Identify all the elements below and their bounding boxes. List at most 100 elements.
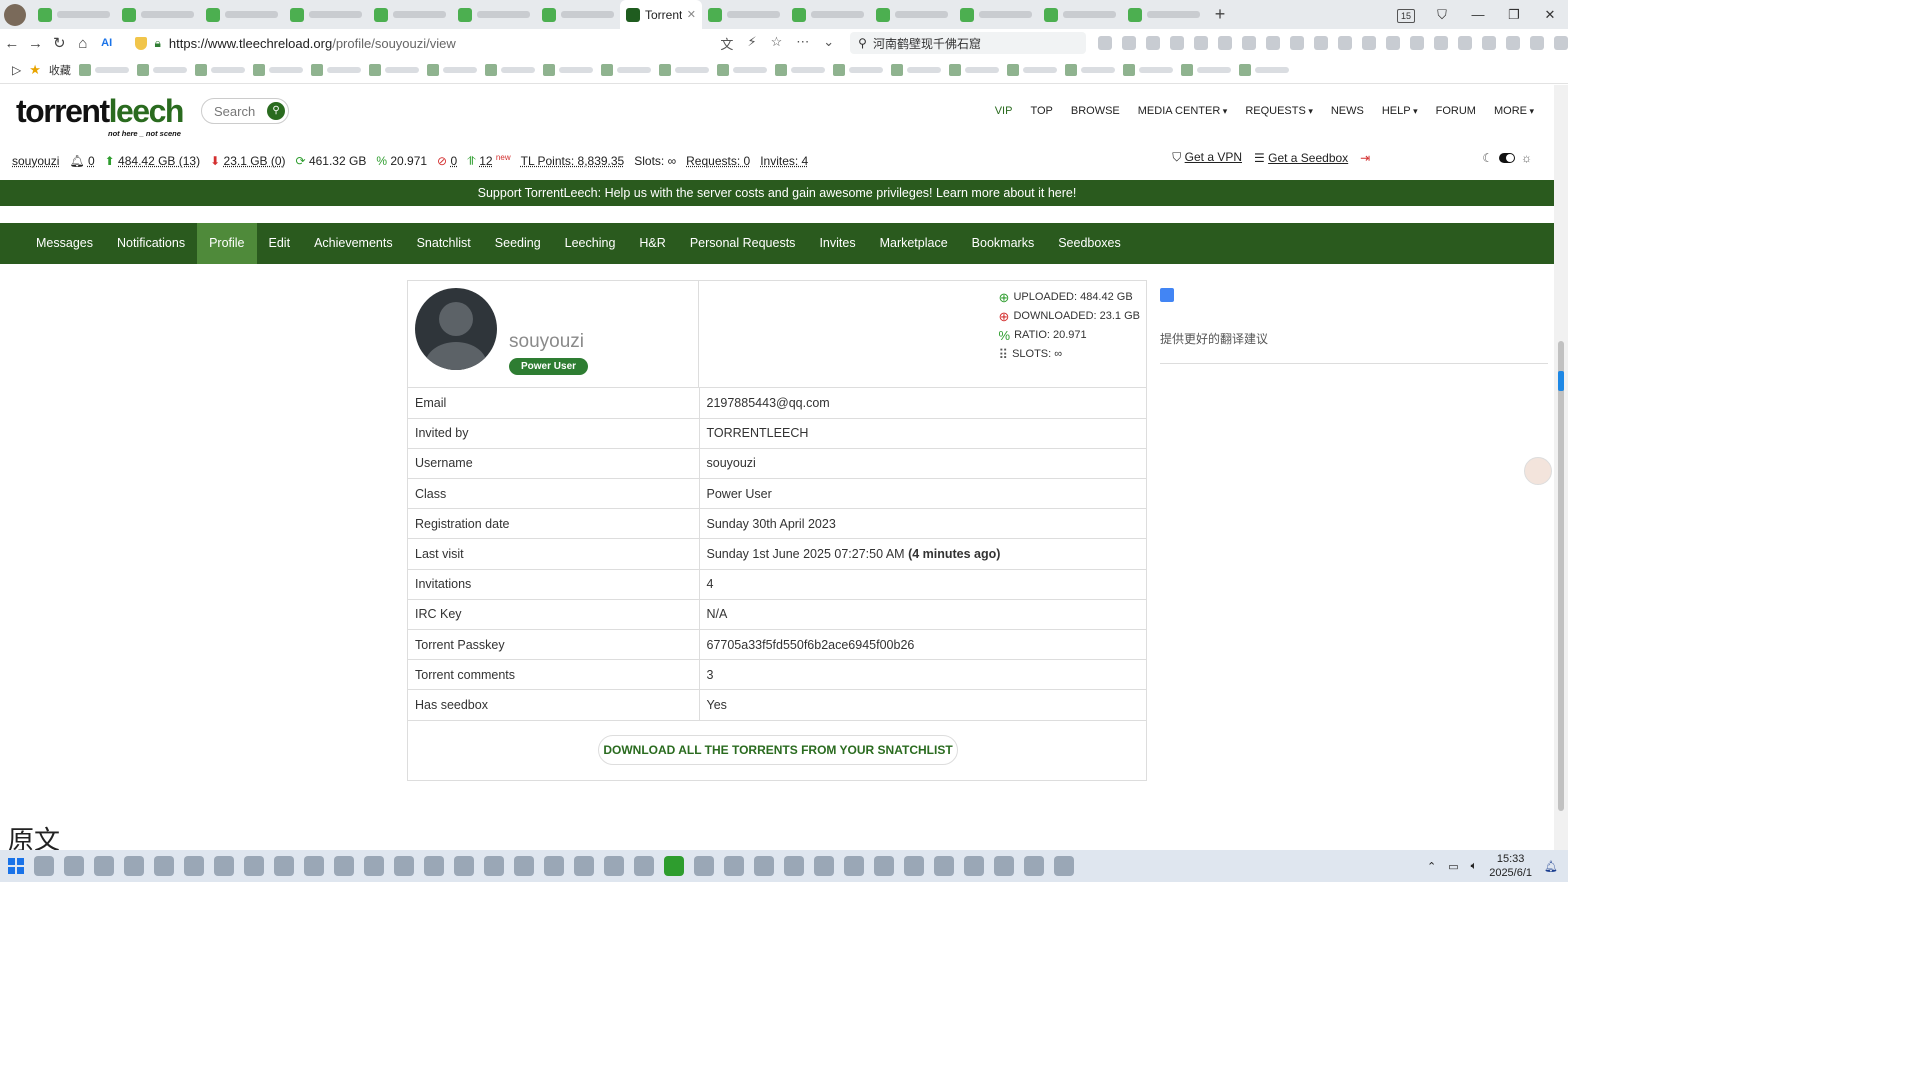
more-icon[interactable]: ⋯ xyxy=(796,34,809,53)
notification-bell-icon[interactable]: 🔔︎ xyxy=(1544,860,1558,873)
bookmark-item[interactable] xyxy=(1064,64,1115,76)
tab-personal-requests[interactable]: Personal Requests xyxy=(678,223,808,264)
invites-stat[interactable]: Invites: 4 xyxy=(760,154,808,168)
taskbar-app-icon[interactable] xyxy=(244,856,264,876)
tab-achievements[interactable]: Achievements xyxy=(302,223,405,264)
get-seedbox-link[interactable]: ☰ Get a Seedbox xyxy=(1254,151,1348,165)
bookmark-item[interactable] xyxy=(136,64,187,76)
taskbar-app-icon[interactable] xyxy=(154,856,174,876)
star-icon[interactable]: ☆ xyxy=(771,34,783,53)
bookmarks-folder[interactable]: 收藏 xyxy=(49,62,71,78)
bookmark-item[interactable] xyxy=(542,64,593,76)
extension-icon[interactable] xyxy=(1386,36,1401,50)
network-icon[interactable]: ▭ xyxy=(1448,860,1458,873)
bookmark-item[interactable] xyxy=(658,64,709,76)
theme-switcher[interactable]: ☾ ☼ xyxy=(1482,151,1532,165)
tl-points[interactable]: TL Points: 8,839.35 xyxy=(521,154,625,168)
bookmark-item[interactable] xyxy=(78,64,129,76)
taskbar-app-icon[interactable] xyxy=(934,856,954,876)
windows-start-icon[interactable] xyxy=(8,858,24,874)
tab-profile[interactable]: Profile xyxy=(197,223,257,264)
extension-icon[interactable] xyxy=(1266,36,1281,50)
browser-tab[interactable] xyxy=(702,0,786,29)
minimize-button[interactable]: — xyxy=(1460,7,1496,22)
taskbar-app-icon[interactable] xyxy=(34,856,54,876)
browser-tab[interactable] xyxy=(786,0,870,29)
taskbar-app-icon[interactable] xyxy=(664,856,684,876)
browser-tab[interactable] xyxy=(284,0,368,29)
extension-icon[interactable] xyxy=(1554,36,1569,50)
extension-icon[interactable] xyxy=(1098,36,1113,50)
site-logo[interactable]: torrentleech not here _ not scene xyxy=(16,93,184,138)
nav-requests[interactable]: REQUESTS xyxy=(1245,105,1313,117)
tab-snatchlist[interactable]: Snatchlist xyxy=(405,223,483,264)
bookmark-item[interactable] xyxy=(1238,64,1289,76)
taskbar-app-icon[interactable] xyxy=(454,856,474,876)
extension-icon[interactable] xyxy=(1122,36,1137,50)
nav-news[interactable]: NEWS xyxy=(1331,105,1364,117)
back-icon[interactable]: ← xyxy=(0,35,24,52)
extension-icon[interactable] xyxy=(1242,36,1257,50)
bookmark-item[interactable] xyxy=(774,64,825,76)
requests-stat[interactable]: Requests: 0 xyxy=(686,154,750,168)
bookmark-item[interactable] xyxy=(1122,64,1173,76)
nav-forum[interactable]: FORUM xyxy=(1436,105,1476,117)
taskbar-app-icon[interactable] xyxy=(694,856,714,876)
browser-tab[interactable] xyxy=(452,0,536,29)
nav-browse[interactable]: BROWSE xyxy=(1071,105,1120,117)
translate-suggestion[interactable]: 提供更好的翻译建议 xyxy=(1160,330,1548,347)
browser-tab[interactable] xyxy=(1122,0,1206,29)
extension-icon[interactable] xyxy=(1338,36,1353,50)
bookmark-item[interactable] xyxy=(310,64,361,76)
tab-notifications[interactable]: Notifications xyxy=(105,223,197,264)
bookmark-item[interactable] xyxy=(716,64,767,76)
browser-tab[interactable] xyxy=(1038,0,1122,29)
url-field[interactable]: 🔒︎ https://www.tleechreload.org/profile/… xyxy=(128,32,713,54)
browser-search-input[interactable]: ⚲ 河南鹤壁现千佛石窟 xyxy=(850,32,1087,54)
lightning-icon[interactable]: ⚡︎ xyxy=(747,34,756,53)
taskbar-app-icon[interactable] xyxy=(994,856,1014,876)
hnr-stat[interactable]: ⊘ 0 xyxy=(437,154,457,168)
taskbar-app-icon[interactable] xyxy=(304,856,324,876)
taskbar-app-icon[interactable] xyxy=(124,856,144,876)
taskbar-app-icon[interactable] xyxy=(94,856,114,876)
browser-tab[interactable] xyxy=(870,0,954,29)
extension-icon[interactable] xyxy=(1362,36,1377,50)
taskbar-app-icon[interactable] xyxy=(604,856,624,876)
nav-help[interactable]: HELP xyxy=(1382,105,1418,117)
taskbar-app-icon[interactable] xyxy=(634,856,654,876)
extension-icon[interactable] xyxy=(1314,36,1329,50)
taskbar-app-icon[interactable] xyxy=(1024,856,1044,876)
chevron-up-icon[interactable]: ⌃ xyxy=(1427,860,1436,873)
tab-messages[interactable]: Messages xyxy=(24,223,105,264)
taskbar-app-icon[interactable] xyxy=(544,856,564,876)
browser-tab[interactable] xyxy=(116,0,200,29)
taskbar-app-icon[interactable] xyxy=(964,856,984,876)
browser-tab[interactable] xyxy=(954,0,1038,29)
tab-edit[interactable]: Edit xyxy=(257,223,303,264)
tab-hnr[interactable]: H&R xyxy=(627,223,677,264)
bookmark-item[interactable] xyxy=(1180,64,1231,76)
extension-icon[interactable] xyxy=(1194,36,1209,50)
extension-icon[interactable] xyxy=(1146,36,1161,50)
taskbar-app-icon[interactable] xyxy=(1054,856,1074,876)
extension-icon[interactable] xyxy=(1218,36,1233,50)
close-window-button[interactable]: ✕ xyxy=(1532,7,1568,23)
sidebar-toggle-icon[interactable]: ▷ xyxy=(12,63,21,77)
clock[interactable]: 15:33 2025/6/1 xyxy=(1489,852,1532,880)
get-vpn-link[interactable]: ⛉ Get a VPN xyxy=(1172,150,1242,165)
nav-more[interactable]: MORE xyxy=(1494,105,1534,117)
logout-icon[interactable]: ⇥ xyxy=(1360,151,1370,165)
taskbar-app-icon[interactable] xyxy=(754,856,774,876)
taskbar-app-icon[interactable] xyxy=(844,856,864,876)
reload-icon[interactable]: ↻ xyxy=(47,34,71,52)
taskbar-app-icon[interactable] xyxy=(64,856,84,876)
tab-close-icon[interactable]: ✕ xyxy=(687,8,696,21)
taskbar-app-icon[interactable] xyxy=(874,856,894,876)
bookmark-item[interactable] xyxy=(948,64,999,76)
bookmark-item[interactable] xyxy=(484,64,535,76)
extension-icon[interactable] xyxy=(1290,36,1305,50)
uploaded-stat[interactable]: ⬆ 484.42 GB (13) xyxy=(105,154,200,168)
tab-invites[interactable]: Invites xyxy=(807,223,867,264)
translate-icon[interactable]: 文 xyxy=(720,34,733,53)
